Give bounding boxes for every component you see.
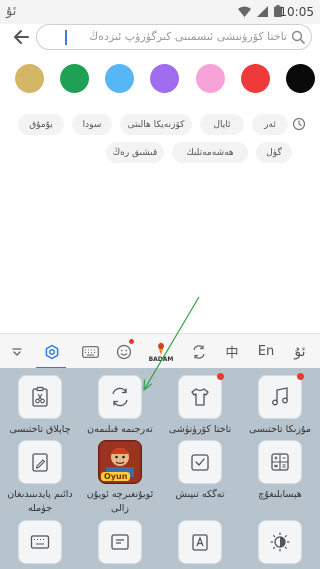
translate-tile[interactable]: تەرجىمە قىلىمەن bbox=[80, 375, 160, 437]
color-filter-row bbox=[15, 64, 315, 93]
new-badge-dot bbox=[297, 373, 304, 380]
keyboard-icon bbox=[81, 345, 99, 358]
tile-icon-box bbox=[18, 375, 62, 419]
color-filter-green[interactable] bbox=[60, 64, 90, 93]
emoji-new-dot bbox=[129, 339, 134, 344]
tile-icon-box bbox=[98, 520, 142, 564]
check-tile[interactable]: تەگكە تىپىش bbox=[160, 440, 240, 502]
wifi-icon bbox=[238, 6, 251, 17]
search-input[interactable]: تاختا كۆرۈنىشى ئىسمىنى كىرگۈزۈپ ئىزدەڭ bbox=[36, 24, 312, 50]
color-filter-purple[interactable] bbox=[150, 64, 180, 93]
status-bar: ئۇ 10:05 bbox=[0, 0, 320, 24]
keyboard-mode-tile[interactable] bbox=[0, 520, 80, 564]
history-chip[interactable]: ھەشەمەتلىك bbox=[172, 142, 248, 163]
clipboard-tile[interactable]: چاپلاق تاختىسى bbox=[0, 375, 80, 437]
tile-label: ئويۇنغىرچە ئويۇن زالى bbox=[86, 489, 154, 514]
color-filter-red[interactable] bbox=[240, 64, 270, 93]
layout-icon bbox=[111, 534, 129, 550]
tile-label: دائىم پايدىنىدىغان جۈملە bbox=[7, 489, 73, 514]
calculator-tile[interactable]: ھېسابلىغۇچ bbox=[240, 440, 320, 502]
brightness-icon bbox=[270, 532, 290, 552]
brightness-tile[interactable] bbox=[240, 520, 320, 564]
music-keyboard-tile[interactable]: مۇزىكا تاختىسى bbox=[240, 373, 320, 437]
translate-icon bbox=[112, 387, 128, 407]
back-button[interactable] bbox=[10, 26, 32, 48]
history-chip[interactable]: يۇمۇق bbox=[18, 114, 64, 135]
history-chip[interactable]: قىشىق رەڭ bbox=[106, 142, 164, 163]
collapse-icon bbox=[12, 347, 22, 356]
new-badge-dot bbox=[217, 373, 224, 380]
tile-label: تەرجىمە قىلىمەن bbox=[87, 424, 153, 435]
history-chip[interactable]: سودا bbox=[72, 114, 112, 135]
game-hall-tile[interactable]: Oyun ئويۇنغىرچە ئويۇن زالى bbox=[80, 440, 160, 516]
checkbox-icon bbox=[191, 454, 209, 471]
calculator-icon bbox=[271, 453, 289, 471]
uyghur-input-tab[interactable]: ئۇ bbox=[284, 334, 316, 369]
color-filter-gold[interactable] bbox=[15, 64, 44, 93]
keyboard-skin-tile[interactable]: تاختا كۆرۈنۈشى bbox=[160, 373, 240, 437]
tile-icon-box bbox=[98, 375, 142, 419]
keyboard-skin-screen: ئۇ 10:05 تاختا كۆرۈنىشى ئىسمىنى كىرگۈزۈپ… bbox=[0, 0, 320, 569]
tile-label: تەگكە تىپىش bbox=[175, 489, 225, 500]
search-placeholder: تاختا كۆرۈنىشى ئىسمىنى كىرگۈزۈپ ئىزدەڭ bbox=[89, 30, 287, 43]
keyboard-icon bbox=[30, 535, 50, 549]
tile-icon-box bbox=[178, 373, 224, 419]
tile-label: تاختا كۆرۈنۈشى bbox=[168, 424, 232, 435]
tile-icon-box bbox=[258, 520, 302, 564]
music-note-icon bbox=[272, 387, 288, 406]
chinese-input-tab[interactable]: 中 bbox=[218, 334, 246, 369]
keyboard-tab[interactable] bbox=[74, 334, 106, 369]
status-icons bbox=[238, 5, 282, 17]
status-time: 10:05 bbox=[279, 5, 314, 19]
arrow-left-icon bbox=[14, 30, 29, 44]
game-icon: Oyun bbox=[98, 440, 142, 484]
tile-icon-box bbox=[18, 440, 62, 484]
history-chip[interactable]: ئايال bbox=[200, 114, 244, 135]
tile-icon-box bbox=[178, 440, 222, 484]
game-badge: Oyun bbox=[101, 472, 131, 481]
tile-label: چاپلاق تاختىسى bbox=[9, 424, 71, 435]
function-panel: مۇزىكا تاختىسى تاختا كۆرۈنۈشى تەرجىمە قى… bbox=[0, 368, 320, 569]
settings-tab[interactable] bbox=[36, 334, 68, 369]
translate-icon bbox=[193, 344, 205, 359]
note-edit-icon bbox=[32, 453, 48, 472]
layout-tile[interactable] bbox=[80, 520, 160, 564]
history-chip[interactable]: ئەر bbox=[252, 114, 288, 135]
color-filter-blue[interactable] bbox=[105, 64, 135, 93]
emoji-icon bbox=[116, 344, 132, 359]
badam-tab[interactable]: BADAM bbox=[144, 334, 178, 369]
translate-tab[interactable] bbox=[182, 334, 216, 369]
tile-icon-box bbox=[18, 520, 62, 564]
history-chip[interactable]: گۈل bbox=[256, 142, 292, 163]
english-input-tab[interactable]: En bbox=[250, 334, 282, 369]
color-filter-pink[interactable] bbox=[195, 64, 225, 93]
font-size-icon bbox=[192, 534, 208, 551]
history-chip[interactable]: كۆزنەيكا ھالىتى bbox=[120, 114, 192, 135]
keyboard-toolbar: BADAM 中 En ئۇ bbox=[0, 333, 320, 369]
tile-icon-box bbox=[258, 373, 304, 419]
signal-icon bbox=[257, 5, 268, 17]
search-history-row: ئەر ئايال كۆزنەيكا ھالىتى سودا يۇمۇق bbox=[0, 114, 320, 136]
emoji-tab[interactable] bbox=[108, 334, 140, 369]
tshirt-icon bbox=[191, 388, 209, 406]
badam-label: BADAM bbox=[148, 355, 174, 363]
keyboard-indicator: ئۇ bbox=[6, 4, 17, 19]
history-clock-icon bbox=[292, 117, 306, 131]
collapse-keyboard-button[interactable] bbox=[2, 334, 32, 369]
font-size-tile[interactable] bbox=[160, 520, 240, 564]
tile-icon-box bbox=[178, 520, 222, 564]
settings-icon bbox=[45, 344, 59, 359]
tile-label: ھېسابلىغۇچ bbox=[258, 489, 302, 500]
tile-label: مۇزىكا تاختىسى bbox=[249, 424, 311, 435]
clipboard-icon bbox=[32, 386, 48, 407]
badam-icon bbox=[158, 341, 164, 355]
common-phrases-tile[interactable]: دائىم پايدىنىدىغان جۈملە bbox=[0, 440, 80, 516]
tile-icon-box bbox=[258, 440, 302, 484]
search-history-row: گۈل ھەشەمەتلىك قىشىق رەڭ bbox=[0, 142, 320, 164]
search-icon bbox=[291, 30, 305, 44]
color-filter-black[interactable] bbox=[285, 64, 315, 93]
